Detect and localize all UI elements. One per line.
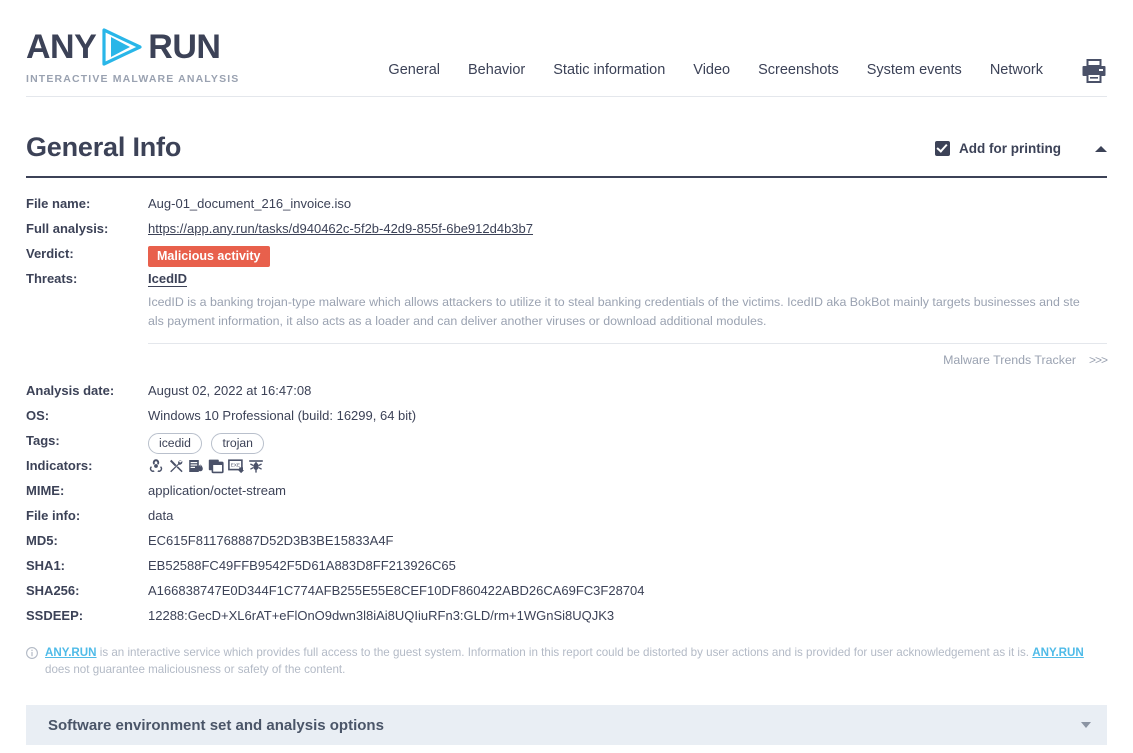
malware-trends-arrows-icon: >>>: [1089, 353, 1107, 367]
label-os: OS:: [26, 404, 148, 423]
site-header: ANY RUN INTERACTIVE MALWARE ANALYSIS Gen…: [0, 0, 1133, 97]
svg-text:EXE: EXE: [231, 463, 240, 468]
page-title-block: General Info Add for printing: [26, 97, 1107, 178]
value-analysis-date: August 02, 2022 at 16:47:08: [148, 379, 1107, 398]
disclaimer-link-2[interactable]: ANY.RUN: [1032, 646, 1084, 659]
disclaimer-link-1[interactable]: ANY.RUN: [45, 646, 97, 659]
nav-item-network[interactable]: Network: [990, 62, 1043, 78]
info-icon: [26, 647, 38, 659]
threat-name-link[interactable]: IcedID: [148, 271, 187, 286]
label-mime: MIME:: [26, 479, 148, 498]
label-tags: Tags:: [26, 429, 148, 448]
label-sha1: SHA1:: [26, 554, 148, 573]
malware-trends-tracker-label: Malware Trends Tracker: [943, 353, 1076, 367]
disclaimer-text: ANY.RUN is an interactive service which …: [45, 645, 1107, 678]
software-environment-section-title: Software environment set and analysis op…: [48, 717, 384, 734]
label-full-analysis: Full analysis:: [26, 217, 148, 236]
chevron-down-icon[interactable]: [1081, 722, 1091, 728]
label-file-info: File info:: [26, 504, 148, 523]
label-analysis-date: Analysis date:: [26, 379, 148, 398]
disclaimer-line-1: is an interactive service which provides…: [97, 646, 1029, 659]
play-triangle-icon: [98, 27, 146, 67]
add-for-printing-label: Add for printing: [959, 141, 1061, 156]
value-tags: icedid trojan: [148, 429, 1107, 455]
label-sha256: SHA256:: [26, 579, 148, 598]
label-verdict: Verdict:: [26, 242, 148, 261]
label-md5: MD5:: [26, 529, 148, 548]
row-analysis-date: Analysis date: August 02, 2022 at 16:47:…: [26, 379, 1107, 404]
label-file-name: File name:: [26, 192, 148, 211]
malware-trends-tracker-row[interactable]: Malware Trends Tracker >>>: [148, 344, 1107, 367]
value-file-info: data: [148, 504, 1107, 523]
value-threats: IcedID IcedID is a banking trojan-type m…: [148, 267, 1107, 366]
logo-tagline: INTERACTIVE MALWARE ANALYSIS: [26, 73, 286, 85]
exe-download-icon[interactable]: EXE: [228, 458, 244, 474]
row-file-info: File info: data: [26, 504, 1107, 529]
nav-item-static-information[interactable]: Static information: [553, 62, 665, 78]
row-ssdeep: SSDEEP: 12288:GecD+XL6rAT+eFlOnO9dwn3l8i…: [26, 604, 1107, 629]
value-file-name: Aug-01_document_216_invoice.iso: [148, 192, 1107, 211]
printer-icon[interactable]: [1081, 58, 1107, 84]
verdict-badge: Malicious activity: [148, 246, 270, 267]
label-ssdeep: SSDEEP:: [26, 604, 148, 623]
value-os: Windows 10 Professional (build: 16299, 6…: [148, 404, 1107, 423]
row-tags: Tags: icedid trojan: [26, 429, 1107, 455]
threat-description: IcedID is a banking trojan-type malware …: [148, 293, 1083, 331]
row-file-name: File name: Aug-01_document_216_invoice.i…: [26, 192, 1107, 217]
checkbox-checked-icon: [935, 141, 950, 156]
debugger-icon[interactable]: [248, 458, 264, 474]
row-threats: Threats: IcedID IcedID is a banking troj…: [26, 267, 1107, 366]
row-verdict: Verdict: Malicious activity: [26, 242, 1107, 267]
logo-row: ANY RUN: [26, 26, 286, 68]
nav-item-video[interactable]: Video: [693, 62, 730, 78]
disclaimer: ANY.RUN is an interactive service which …: [26, 645, 1107, 678]
value-verdict: Malicious activity: [148, 242, 1107, 267]
value-sha256: A166838747E0D344F1C774AFB255E55E8CEF10DF…: [148, 579, 1107, 598]
burning-document-icon[interactable]: [188, 458, 204, 474]
tag-icedid[interactable]: icedid: [148, 433, 202, 455]
general-info-table: File name: Aug-01_document_216_invoice.i…: [26, 192, 1107, 629]
software-environment-section-header[interactable]: Software environment set and analysis op…: [26, 705, 1107, 745]
biohazard-icon[interactable]: [148, 458, 164, 474]
full-analysis-link[interactable]: https://app.any.run/tasks/d940462c-5f2b-…: [148, 221, 533, 236]
row-sha256: SHA256: A166838747E0D344F1C774AFB255E55E…: [26, 579, 1107, 604]
logo-text-any: ANY: [26, 30, 96, 64]
nav-item-screenshots[interactable]: Screenshots: [758, 62, 839, 78]
tools-icon[interactable]: [168, 458, 184, 474]
nav-item-system-events[interactable]: System events: [867, 62, 962, 78]
nav-item-general[interactable]: General: [388, 62, 440, 78]
logo-text-run: RUN: [148, 30, 220, 64]
row-sha1: SHA1: EB52588FC49FFB9542F5D61A883D8FF213…: [26, 554, 1107, 579]
title-underline: [26, 176, 1107, 178]
tag-trojan[interactable]: trojan: [211, 433, 264, 455]
logo[interactable]: ANY RUN INTERACTIVE MALWARE ANALYSIS: [26, 26, 286, 85]
main-nav: General Behavior Static information Vide…: [388, 62, 1043, 78]
label-indicators: Indicators:: [26, 454, 148, 473]
value-mime: application/octet-stream: [148, 479, 1107, 498]
label-threats: Threats:: [26, 267, 148, 286]
disclaimer-line-2: does not guarantee maliciousness or safe…: [45, 663, 345, 676]
value-sha1: EB52588FC49FFB9542F5D61A883D8FF213926C65: [148, 554, 1107, 573]
row-indicators: Indicators:: [26, 454, 1107, 479]
row-mime: MIME: application/octet-stream: [26, 479, 1107, 504]
spacer: [26, 367, 1107, 379]
nav-item-behavior[interactable]: Behavior: [468, 62, 525, 78]
row-md5: MD5: EC615F811768887D52D3B3BE15833A4F: [26, 529, 1107, 554]
value-ssdeep: 12288:GecD+XL6rAT+eFlOnO9dwn3l8iAi8UQIiu…: [148, 604, 1107, 623]
chevron-up-icon[interactable]: [1095, 146, 1107, 152]
row-full-analysis: Full analysis: https://app.any.run/tasks…: [26, 217, 1107, 242]
row-os: OS: Windows 10 Professional (build: 1629…: [26, 404, 1107, 429]
value-indicators: EXE: [148, 454, 1107, 474]
value-full-analysis: https://app.any.run/tasks/d940462c-5f2b-…: [148, 217, 1107, 236]
page-title-actions: Add for printing: [935, 141, 1107, 156]
add-for-printing-checkbox[interactable]: Add for printing: [935, 141, 1061, 156]
windows-copy-icon[interactable]: [208, 458, 224, 474]
value-md5: EC615F811768887D52D3B3BE15833A4F: [148, 529, 1107, 548]
